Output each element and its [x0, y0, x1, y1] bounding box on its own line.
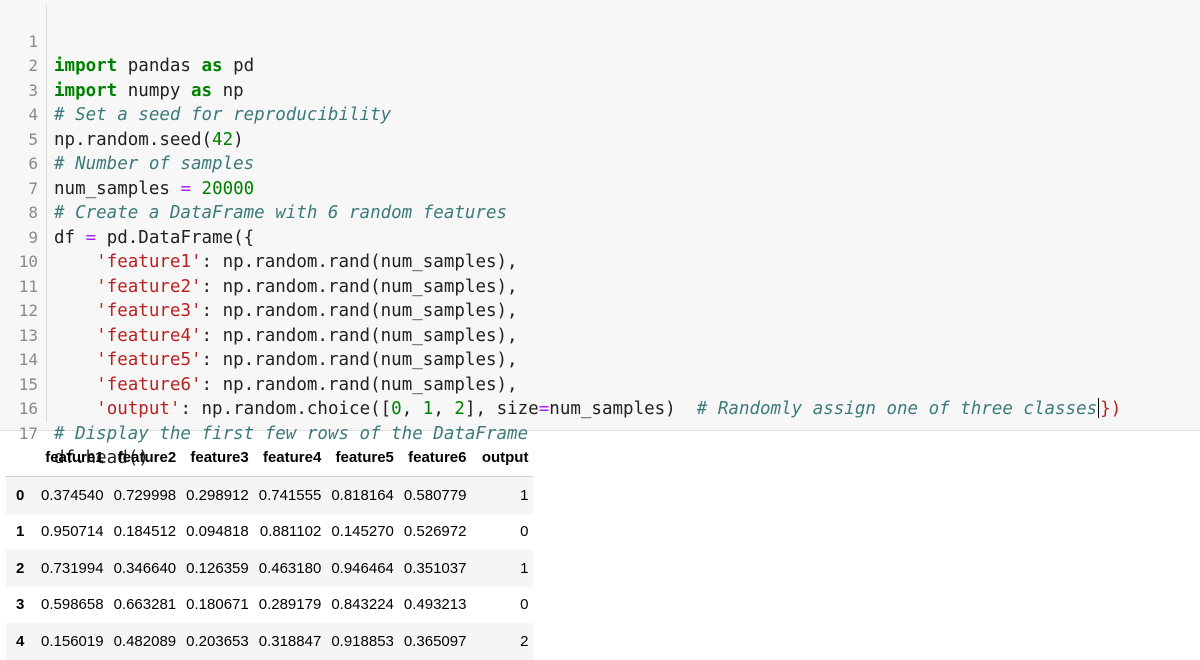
table-cell: 0.094818	[186, 523, 249, 541]
table-cell: 0.365097	[403, 632, 467, 650]
table-cell: 0.741555	[258, 486, 322, 504]
code-line-6[interactable]: 6 num_samples = 20000	[0, 128, 1200, 199]
column-header: feature6	[408, 448, 467, 466]
code-line-2[interactable]: 2 import numpy as np	[0, 30, 1200, 101]
column-header: feature3	[190, 448, 249, 466]
code-line-17[interactable]: 17 df.head()	[0, 397, 1200, 469]
table-cell: 0.493213	[403, 596, 467, 614]
table-cell: 0.126359	[186, 559, 249, 577]
dataframe-output-table: feature1 feature2 feature3 feature4 feat…	[6, 438, 534, 660]
table-cell: 0.463180	[258, 559, 322, 577]
table-cell: 1	[520, 486, 529, 504]
table-cell: 0.918853	[331, 632, 394, 650]
table-cell: 0.289179	[258, 596, 322, 614]
row-index: 0	[16, 486, 25, 504]
code-line-10[interactable]: 10 'feature2': np.random.rand(num_sample…	[0, 226, 1200, 297]
column-header: feature4	[262, 448, 322, 466]
table-cell: 0.946464	[331, 559, 394, 577]
column-header: feature1	[45, 448, 104, 466]
table-cell: 2	[520, 632, 529, 650]
code-cell[interactable]: 1 import pandas as pd 2 import numpy as …	[0, 0, 1200, 469]
table-row: 3 0.598658 0.663281 0.180671 0.289179 0.…	[6, 586, 534, 623]
table-cell: 0.729998	[113, 486, 177, 504]
table-cell: 0.184512	[113, 523, 177, 541]
table-cell: 0.156019	[41, 632, 104, 650]
row-index: 2	[16, 559, 25, 577]
code-line-11[interactable]: 11 'feature3': np.random.rand(num_sample…	[0, 250, 1200, 322]
row-index: 3	[16, 596, 25, 614]
code-line-8[interactable]: 8 df = pd.DataFrame({	[0, 177, 1200, 248]
table-cell: 0.318847	[258, 632, 322, 650]
table-cell: 1	[520, 559, 529, 577]
table-cell: 0.374540	[41, 486, 104, 504]
table-cell: 0.843224	[331, 596, 394, 614]
table-cell: 0.580779	[403, 486, 467, 504]
column-header: feature2	[117, 448, 177, 466]
code-line-12[interactable]: 12 'feature4': np.random.rand(num_sample…	[0, 275, 1200, 346]
table-cell: 0.351037	[403, 559, 467, 577]
code-line-4[interactable]: 4 np.random.seed(42)	[0, 79, 1200, 150]
table-row: 1 0.950714 0.184512 0.094818 0.881102 0.…	[6, 513, 534, 550]
code-line-9[interactable]: 9 'feature1': np.random.rand(num_samples…	[0, 201, 1200, 273]
table-cell: 0	[520, 596, 529, 614]
table-cell: 0	[520, 523, 529, 541]
code-line-1[interactable]: 1 import pandas as pd	[0, 5, 1200, 77]
table-cell: 0.298912	[186, 486, 249, 504]
table-cell: 0.663281	[113, 596, 177, 614]
table-cell: 0.731994	[41, 559, 104, 577]
table-header-row: feature1 feature2 feature3 feature4 feat…	[6, 438, 534, 477]
table-row: 2 0.731994 0.346640 0.126359 0.463180 0.…	[6, 550, 534, 587]
code-line-16[interactable]: 16 # Display the first few rows of the D…	[0, 373, 1200, 444]
code-line-7[interactable]: 7 # Create a DataFrame with 6 random fea…	[0, 152, 1200, 224]
table-cell: 0.881102	[259, 523, 322, 541]
table-cell: 0.950714	[41, 523, 104, 541]
table-cell: 0.526972	[403, 523, 467, 541]
table-cell: 0.145270	[331, 523, 394, 541]
table-cell: 0.203653	[186, 632, 249, 650]
column-header: output	[481, 448, 529, 466]
table-row: 0 0.374540 0.729998 0.298912 0.741555 0.…	[6, 476, 534, 514]
column-header: feature5	[335, 448, 394, 466]
code-line-15[interactable]: 15 'output': np.random.choice([0, 1, 2],…	[0, 348, 1200, 420]
code-line-5[interactable]: 5 # Number of samples	[0, 103, 1200, 175]
table-cell: 0.818164	[331, 486, 394, 504]
row-index: 1	[16, 523, 25, 541]
code-line-13[interactable]: 13 'feature5': np.random.rand(num_sample…	[0, 299, 1200, 371]
table-cell: 0.180671	[186, 596, 249, 614]
table-cell: 0.598658	[41, 596, 104, 614]
table-cell: 0.482089	[113, 632, 177, 650]
code-line-3[interactable]: 3 # Set a seed for reproducibility	[0, 54, 1200, 126]
index-header	[6, 438, 36, 477]
table-row: 4 0.156019 0.482089 0.203653 0.318847 0.…	[6, 623, 534, 660]
code-line-14[interactable]: 14 'feature6': np.random.rand(num_sample…	[0, 324, 1200, 395]
row-index: 4	[16, 632, 25, 650]
table-cell: 0.346640	[113, 559, 177, 577]
